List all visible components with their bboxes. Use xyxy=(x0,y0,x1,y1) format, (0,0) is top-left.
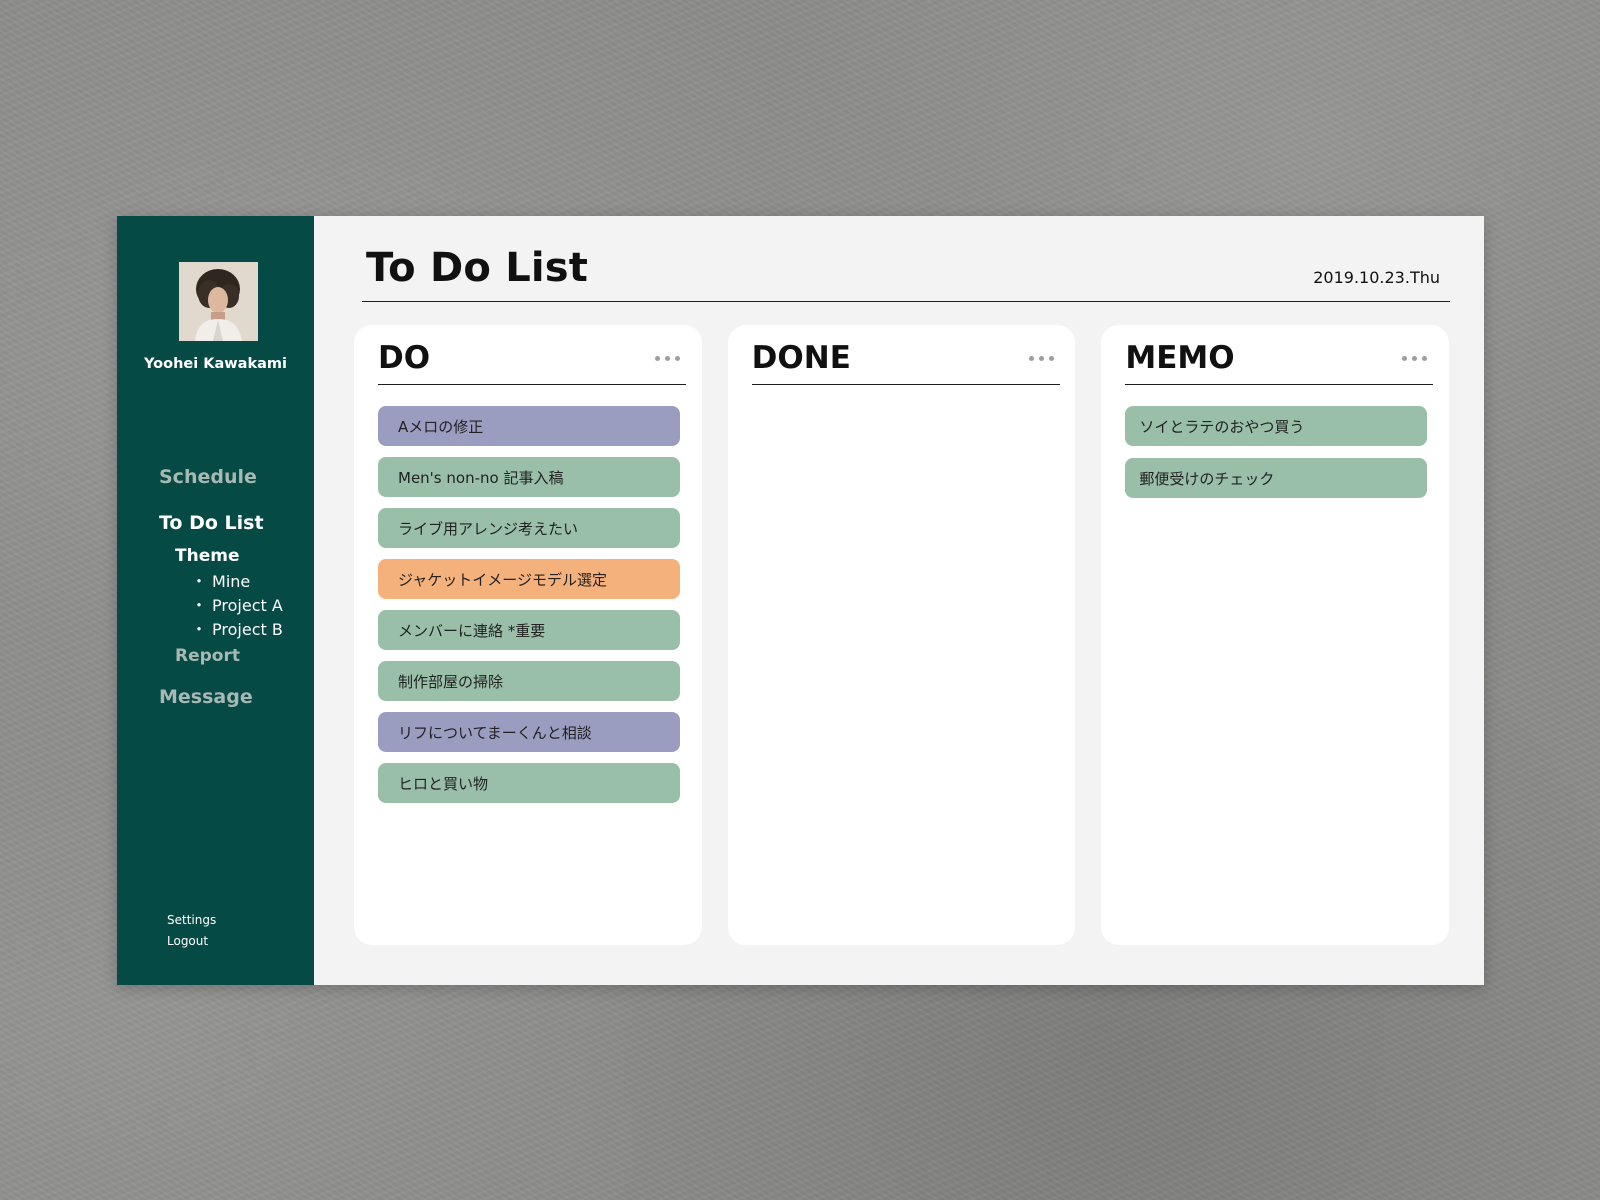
task-card[interactable]: メンバーに連絡 *重要 xyxy=(378,610,680,650)
app-window: Yoohei Kawakami Schedule To Do List Them… xyxy=(117,216,1484,985)
sidebar-item-project-b[interactable]: ・ Project B xyxy=(191,622,309,638)
bullet-icon: ・ xyxy=(191,596,208,615)
user-name: Yoohei Kawakami xyxy=(144,356,287,372)
sidebar-item-label: Project B xyxy=(212,620,283,639)
task-card[interactable]: Aメロの修正 xyxy=(378,406,680,446)
column-header-memo: MEMO xyxy=(1125,340,1434,385)
bullet-icon: ・ xyxy=(191,572,208,591)
sidebar: Yoohei Kawakami Schedule To Do List Them… xyxy=(117,216,314,985)
column-title: DONE xyxy=(751,340,851,376)
sidebar-item-label: Mine xyxy=(212,572,251,591)
more-icon[interactable] xyxy=(1028,354,1054,362)
task-card[interactable]: 制作部屋の掃除 xyxy=(378,661,680,701)
sidebar-item-theme[interactable]: Theme xyxy=(175,546,309,566)
sidebar-item-mine[interactable]: ・ Mine xyxy=(191,574,309,590)
task-card[interactable]: ライブ用アレンジ考えたい xyxy=(378,508,680,548)
page-title: To Do List xyxy=(366,245,589,291)
task-card[interactable]: リフについてまーくんと相談 xyxy=(378,712,680,752)
task-list-do: Aメロの修正 Men's non-no 記事入稿 ライブ用アレンジ考えたい ジャ… xyxy=(378,406,680,803)
page-header: To Do List 2019.10.23.Thu xyxy=(362,246,1450,302)
column-memo: MEMO ソイとラテのおやつ買う 郵便受けのチェック xyxy=(1101,325,1450,945)
sidebar-item-label: Project A xyxy=(212,596,283,615)
task-card[interactable]: Men's non-no 記事入稿 xyxy=(378,457,680,497)
sidebar-footer: Settings Logout xyxy=(167,910,216,952)
column-title: DO xyxy=(378,340,431,376)
task-card[interactable]: ジャケットイメージモデル選定 xyxy=(378,559,680,599)
column-title: MEMO xyxy=(1125,340,1235,376)
settings-link[interactable]: Settings xyxy=(167,910,216,931)
todo-subnav: Theme ・ Mine ・ Project A ・ Project B Rep… xyxy=(175,546,309,666)
avatar[interactable] xyxy=(179,262,258,341)
sidebar-item-message[interactable]: Message xyxy=(159,688,309,707)
column-do: DO Aメロの修正 Men's non-no 記事入稿 ライブ用アレンジ考えたい… xyxy=(354,325,702,945)
task-list-memo: ソイとラテのおやつ買う 郵便受けのチェック xyxy=(1125,406,1428,498)
main-panel: To Do List 2019.10.23.Thu DO Aメロの修正 Men'… xyxy=(314,216,1484,985)
sidebar-item-project-a[interactable]: ・ Project A xyxy=(191,598,309,614)
more-icon[interactable] xyxy=(655,354,680,362)
current-date: 2019.10.23.Thu xyxy=(1313,268,1440,287)
board-columns: DO Aメロの修正 Men's non-no 記事入稿 ライブ用アレンジ考えたい… xyxy=(354,325,1450,945)
bullet-icon: ・ xyxy=(191,620,208,639)
column-done: DONE xyxy=(727,325,1076,945)
logout-link[interactable]: Logout xyxy=(167,931,216,952)
sidebar-item-report[interactable]: Report xyxy=(175,646,309,666)
task-card[interactable]: ヒロと買い物 xyxy=(378,763,680,803)
more-icon[interactable] xyxy=(1402,354,1428,362)
sidebar-item-todo-list[interactable]: To Do List xyxy=(159,514,309,533)
memo-card[interactable]: 郵便受けのチェック xyxy=(1125,458,1428,498)
memo-card[interactable]: ソイとラテのおやつ買う xyxy=(1125,406,1428,446)
sidebar-item-schedule[interactable]: Schedule xyxy=(159,468,309,487)
sidebar-nav: Schedule To Do List Theme ・ Mine ・ Proje… xyxy=(159,468,309,707)
column-header-do: DO xyxy=(378,343,686,385)
column-header-done: DONE xyxy=(751,340,1060,385)
